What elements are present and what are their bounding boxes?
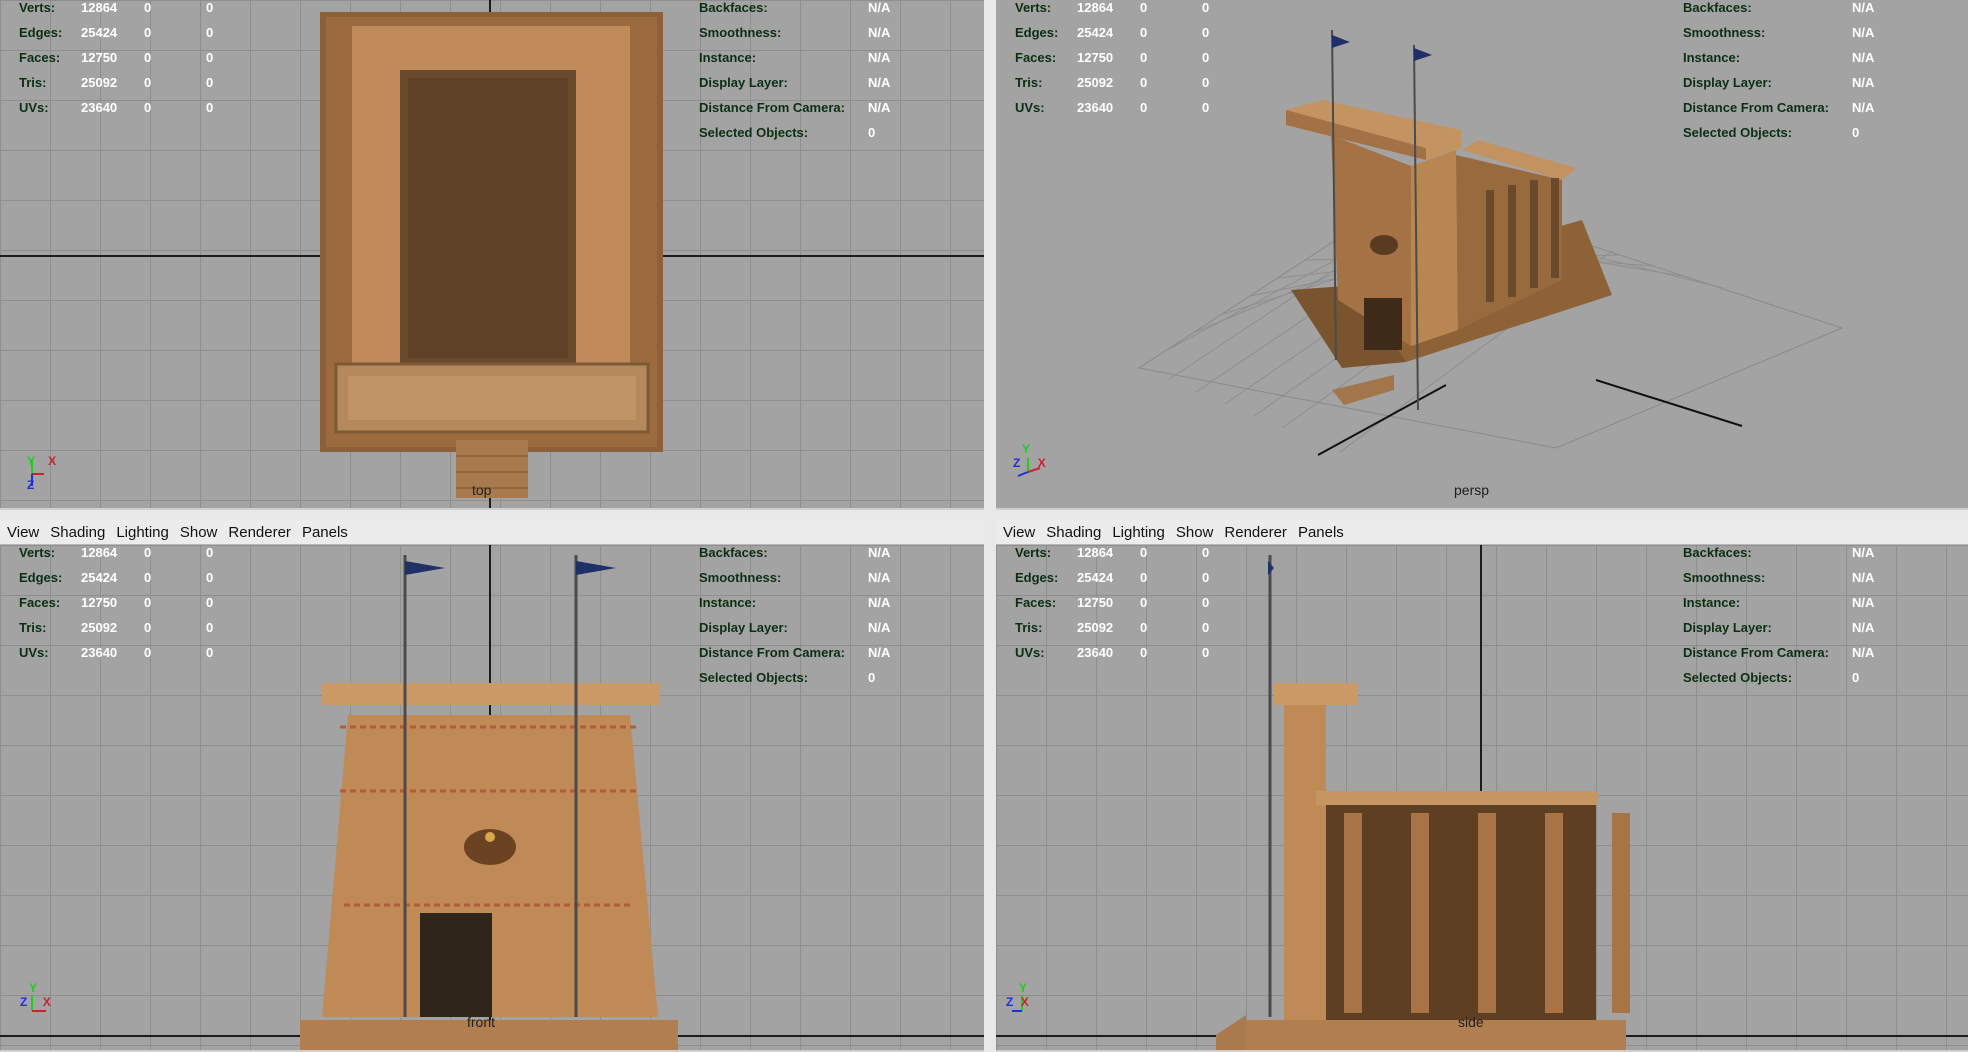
- menu-renderer[interactable]: Renderer: [228, 524, 300, 541]
- viewport-front[interactable]: front Y Z X Verts: 12864 0 0 Edges: 25424 0 0 …: [0, 545, 984, 1050]
- menu-show[interactable]: Show: [1176, 524, 1223, 541]
- gizmo-labels-persp: Y Z X: [1013, 442, 1046, 470]
- vertical-splitter[interactable]: [984, 0, 996, 1052]
- panel-menu-bar-front: View Shading Lighting Show Renderer Pane…: [0, 520, 984, 545]
- horizontal-splitter[interactable]: [0, 510, 1968, 520]
- heads-up-stats-front: Verts: 12864 0 0 Edges: 25424 0 0 Faces: 12750 0…: [19, 545, 214, 660]
- axis-label-y: Y: [29, 981, 38, 995]
- axis-label-z: Z: [1006, 995, 1014, 1009]
- camera-label-side: side: [1458, 1014, 1484, 1030]
- heads-up-info-front: Backfaces: N/A Smoothness: N/A Instance: N/…: [699, 545, 891, 685]
- menu-lighting[interactable]: Lighting: [116, 524, 178, 541]
- viewport-persp-pane: persp Y Z X Verts: 12864 0 0 Edges: 25424 0 0 …: [996, 0, 1968, 510]
- gizmo-labels-front: Y Z X: [20, 981, 51, 1009]
- temple-model-top[interactable]: [320, 12, 665, 502]
- temple-model-front[interactable]: [300, 555, 680, 1050]
- axis-label-x: X: [48, 454, 57, 468]
- heads-up-stats-top: Verts: 12864 0 0 Edges: 25424 0 0 Faces: 12750 0…: [19, 0, 214, 115]
- camera-label-persp: persp: [1454, 482, 1490, 498]
- gizmo-labels-side: Y Z X: [1006, 981, 1029, 1009]
- viewport-side-pane: View Shading Lighting Show Renderer Pane…: [996, 520, 1968, 1052]
- heads-up-info-top: Backfaces: N/A Smoothness: N/A Instance: N/…: [699, 0, 891, 140]
- heads-up-info-side: Backfaces: N/A Smoothness: N/A Instance: N/…: [1683, 545, 1875, 685]
- viewport-side[interactable]: side Y Z X Verts: 12864 0 0 Edges: 25424 0 0 F…: [996, 545, 1968, 1050]
- menu-view[interactable]: View: [1003, 524, 1044, 541]
- heads-up-info-persp: Backfaces: N/A Smoothness: N/A Instance: N/…: [1683, 0, 1875, 140]
- viewport-front-pane: View Shading Lighting Show Renderer Pane…: [0, 520, 984, 1052]
- axis-label-y: Y: [1022, 442, 1031, 456]
- temple-model-side[interactable]: [1216, 555, 1716, 1050]
- menu-view[interactable]: View: [7, 524, 48, 541]
- camera-label-front: front: [467, 1014, 496, 1030]
- menu-panels[interactable]: Panels: [302, 524, 357, 541]
- camera-label-top: top: [472, 482, 492, 498]
- menu-lighting[interactable]: Lighting: [1112, 524, 1174, 541]
- axis-label-z: Z: [1013, 456, 1021, 470]
- axis-label-y: Y: [1019, 981, 1028, 995]
- viewport-top[interactable]: top Y X Z Verts: 12864 0 0 Edges: 25424 0 0 Fa…: [0, 0, 984, 508]
- menu-panels[interactable]: Panels: [1298, 524, 1353, 541]
- panel-menu-bar-side: View Shading Lighting Show Renderer Pane…: [996, 520, 1968, 545]
- heads-up-stats-side: Verts: 12864 0 0 Edges: 25424 0 0 Faces: 12750 0…: [1015, 545, 1210, 660]
- gizmo-labels-top: Y X Z: [27, 455, 56, 491]
- axis-label-x: X: [1020, 995, 1029, 1009]
- viewport-top-pane: top Y X Z Verts: 12864 0 0 Edges: 25424 0 0 Fa…: [0, 0, 984, 510]
- menu-shading[interactable]: Shading: [50, 524, 114, 541]
- axis-label-z: Z: [27, 478, 35, 492]
- viewport-persp[interactable]: persp Y Z X Verts: 12864 0 0 Edges: 25424 0 0 …: [996, 0, 1968, 508]
- axis-label-z: Z: [20, 995, 28, 1009]
- axis-label-y: Y: [27, 454, 35, 468]
- menu-shading[interactable]: Shading: [1046, 524, 1110, 541]
- menu-renderer[interactable]: Renderer: [1224, 524, 1296, 541]
- axis-label-x: X: [42, 995, 51, 1009]
- temple-model-persp[interactable]: [1246, 30, 1666, 460]
- menu-show[interactable]: Show: [180, 524, 227, 541]
- axis-label-x: X: [1037, 456, 1046, 470]
- heads-up-stats-persp: Verts: 12864 0 0 Edges: 25424 0 0 Faces: 12750 0…: [1015, 0, 1210, 115]
